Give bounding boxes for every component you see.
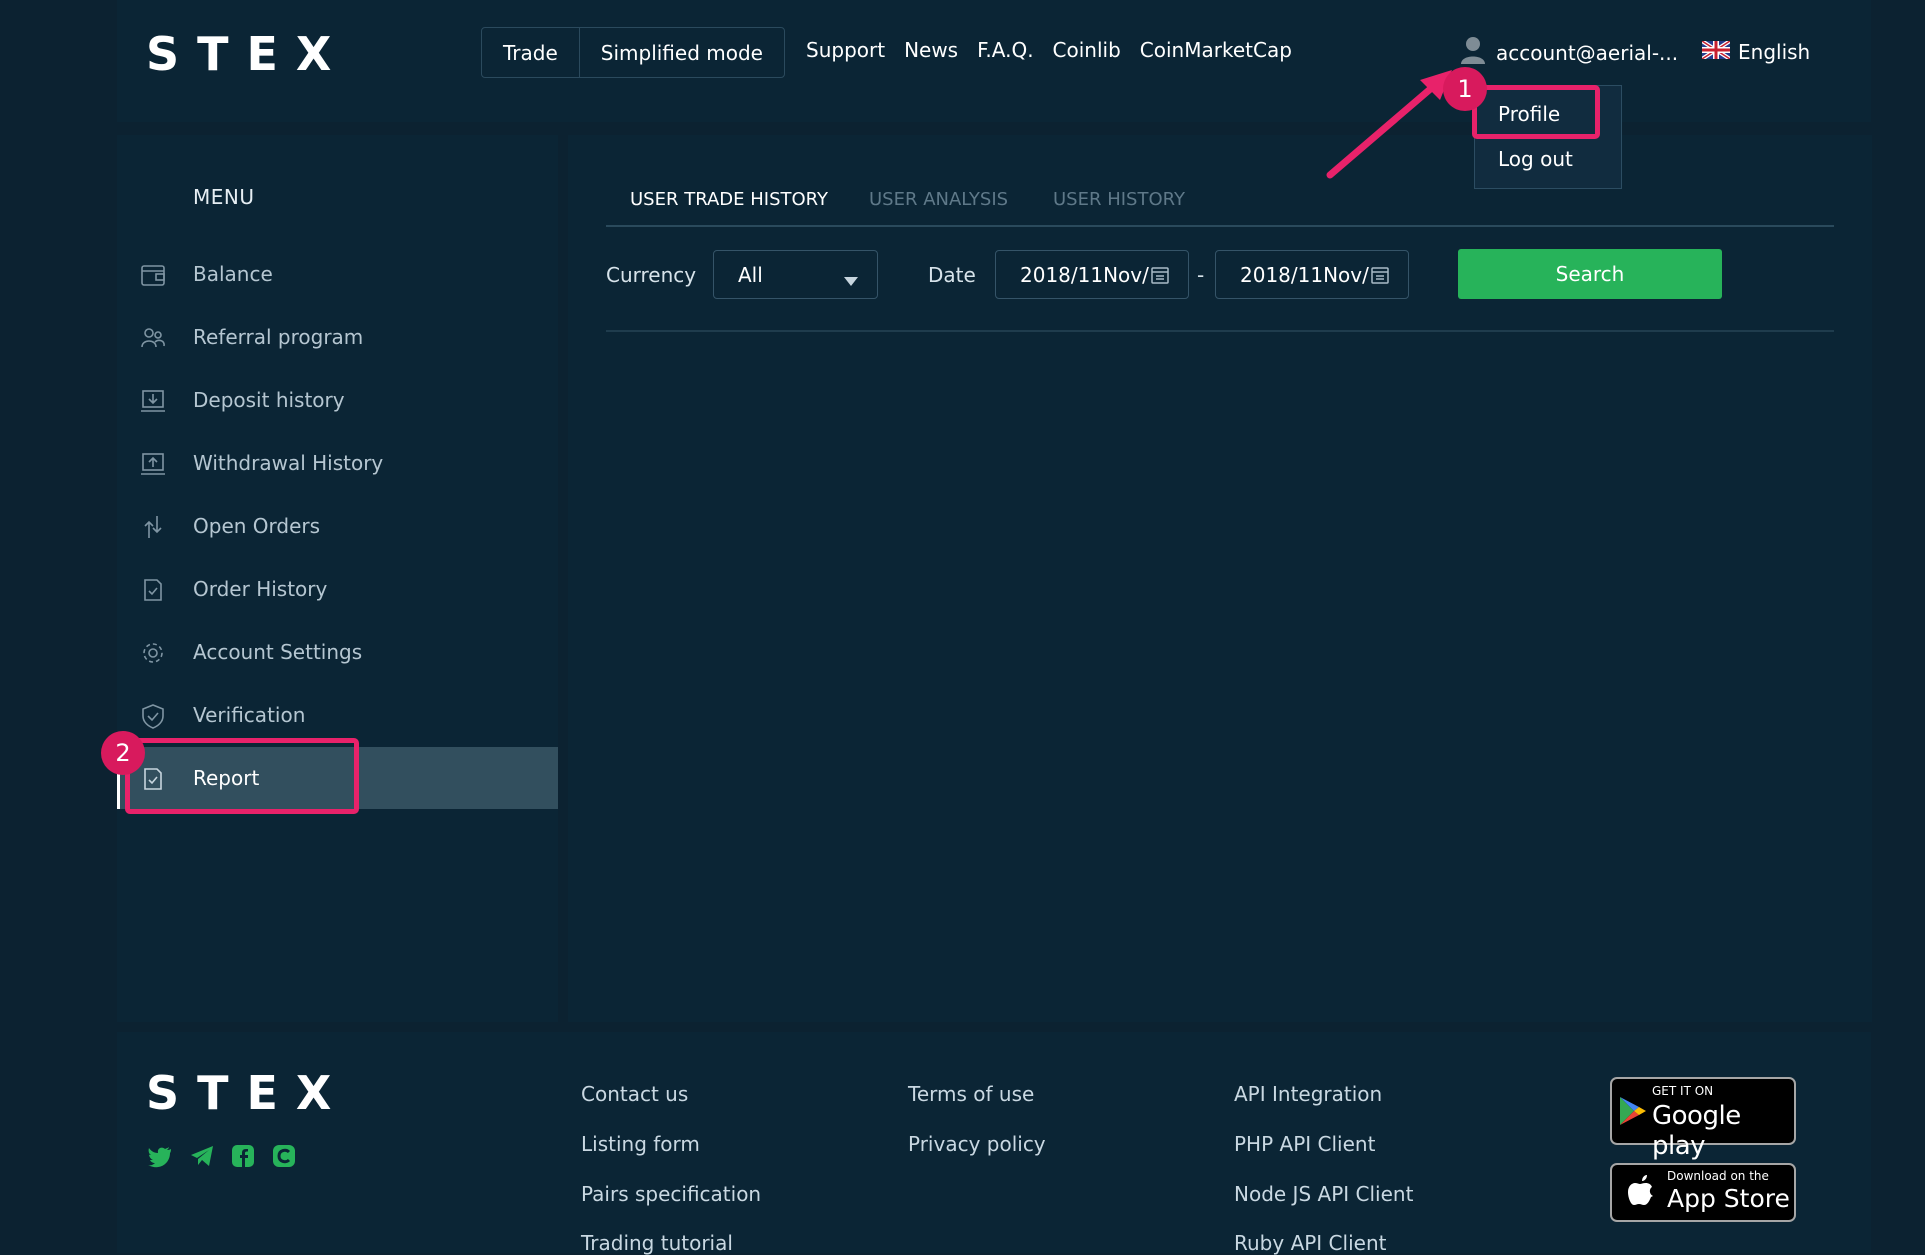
mode-switch: Trade Simplified mode — [481, 27, 785, 78]
app-store-big-text: App Store — [1667, 1184, 1790, 1213]
filter-divider — [606, 330, 1834, 332]
sidebar-item-label: Account Settings — [193, 640, 363, 664]
shield-icon — [140, 703, 166, 729]
currency-select[interactable]: All — [713, 250, 878, 299]
google-play-badge[interactable]: GET IT ON Google play — [1610, 1077, 1796, 1161]
profile-highlight-box — [1472, 85, 1600, 139]
tab-user-analysis[interactable]: USER ANALYSIS — [869, 189, 1008, 210]
sidebar-item-verification[interactable]: Verification — [117, 684, 558, 746]
wallet-icon — [140, 262, 166, 288]
upload-icon — [140, 451, 166, 477]
footer-link-contact-us[interactable]: Contact us — [581, 1082, 688, 1106]
stex-logo[interactable]: STEX — [146, 27, 349, 81]
search-button[interactable]: Search — [1458, 249, 1722, 299]
nav-news-link[interactable]: News — [904, 38, 958, 62]
sidebar-item-label: Open Orders — [193, 514, 321, 538]
currency-label: Currency — [606, 263, 697, 287]
sidebar-item-account-settings[interactable]: Account Settings — [117, 621, 558, 683]
uk-flag-icon — [1700, 39, 1732, 64]
document-icon — [140, 577, 166, 603]
footer-link-ruby-api-client[interactable]: Ruby API Client — [1234, 1231, 1386, 1255]
twitter-icon[interactable] — [147, 1143, 173, 1169]
sidebar-item-referral[interactable]: Referral program — [117, 306, 558, 368]
sidebar-item-open-orders[interactable]: Open Orders — [117, 495, 558, 557]
google-play-icon — [1618, 1095, 1648, 1131]
date-from-input[interactable]: 2018/11Nov/ — [995, 250, 1189, 299]
date-separator: - — [1197, 263, 1205, 287]
currency-value: All — [738, 263, 763, 287]
footer-link-privacy-policy[interactable]: Privacy policy — [908, 1132, 1046, 1156]
download-icon — [140, 388, 166, 414]
date-to-input[interactable]: 2018/11Nov/ — [1215, 250, 1409, 299]
date-label: Date — [928, 263, 976, 287]
sidebar-item-label: Balance — [193, 262, 273, 286]
footer-link-trading-tutorial[interactable]: Trading tutorial — [581, 1231, 733, 1255]
sidebar-item-deposit-history[interactable]: Deposit history — [117, 369, 558, 431]
trade-button[interactable]: Trade — [482, 28, 579, 77]
apple-icon — [1628, 1173, 1656, 1211]
nav-coinlib-link[interactable]: Coinlib — [1053, 38, 1121, 62]
tabs-divider — [606, 225, 1834, 227]
calendar-icon — [1370, 265, 1390, 289]
google-play-small-text: GET IT ON — [1652, 1084, 1714, 1098]
sidebar-item-label: Deposit history — [193, 388, 345, 412]
footer-link-node-js-api-client[interactable]: Node JS API Client — [1234, 1182, 1413, 1206]
nav-coinmarketcap-link[interactable]: CoinMarketCap — [1140, 38, 1292, 62]
sidebar-item-order-history[interactable]: Order History — [117, 558, 558, 620]
logout-menu-item[interactable]: Log out — [1498, 147, 1573, 171]
nav-faq-link[interactable]: F.A.Q. — [977, 38, 1033, 62]
footer-link-terms-of-use[interactable]: Terms of use — [908, 1082, 1034, 1106]
report-highlight-box — [125, 738, 359, 814]
app-store-small-text: Download on the — [1667, 1169, 1769, 1183]
nav-support-link[interactable]: Support — [806, 38, 885, 62]
telegram-icon[interactable] — [189, 1143, 215, 1169]
simplified-mode-button[interactable]: Simplified mode — [578, 28, 784, 77]
sidebar-item-label: Referral program — [193, 325, 364, 349]
sidebar-item-balance[interactable]: Balance — [117, 243, 558, 305]
top-nav: Support News F.A.Q. Coinlib CoinMarketCa… — [806, 38, 1292, 62]
language-label: English — [1738, 40, 1811, 64]
sidebar-item-label: Verification — [193, 703, 306, 727]
facebook-icon[interactable] — [230, 1143, 256, 1169]
footer-link-pairs-specification[interactable]: Pairs specification — [581, 1182, 761, 1206]
user-icon — [1460, 35, 1486, 70]
gear-icon — [140, 640, 166, 666]
chevron-down-icon — [844, 271, 858, 290]
calendar-icon — [1150, 265, 1170, 289]
tab-user-history[interactable]: USER HISTORY — [1053, 189, 1185, 210]
step-badge-1: 1 — [1443, 67, 1487, 111]
coinlib-icon[interactable] — [271, 1143, 297, 1169]
footer-link-api-integration[interactable]: API Integration — [1234, 1082, 1382, 1106]
tab-user-trade-history[interactable]: USER TRADE HISTORY — [630, 189, 828, 210]
people-icon — [140, 325, 166, 351]
menu-title: MENU — [193, 185, 255, 209]
footer-link-listing-form[interactable]: Listing form — [581, 1132, 700, 1156]
date-to-value: 2018/11Nov/ — [1240, 263, 1369, 287]
sidebar-item-withdrawal-history[interactable]: Withdrawal History — [117, 432, 558, 494]
footer-logo: STEX — [146, 1066, 350, 1120]
sidebar-item-label: Withdrawal History — [193, 451, 384, 475]
sidebar-item-label: Order History — [193, 577, 328, 601]
arrows-icon — [140, 514, 166, 540]
app-store-badge[interactable]: Download on the App Store — [1610, 1163, 1796, 1222]
language-selector[interactable]: English — [1700, 39, 1811, 64]
footer-link-php-api-client[interactable]: PHP API Client — [1234, 1132, 1375, 1156]
account-email: account@aerial-... — [1496, 40, 1679, 65]
step-badge-2: 2 — [101, 731, 145, 775]
date-from-value: 2018/11Nov/ — [1020, 263, 1149, 287]
google-play-big-text: Google play — [1652, 1101, 1741, 1161]
account-menu-toggle[interactable]: account@aerial-... — [1460, 35, 1678, 70]
